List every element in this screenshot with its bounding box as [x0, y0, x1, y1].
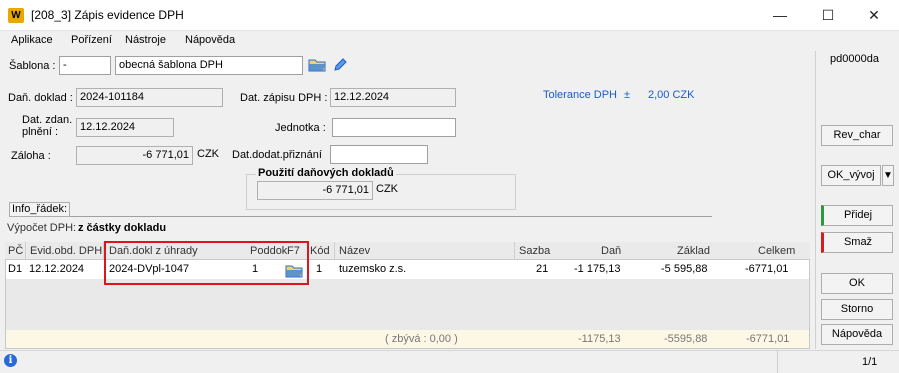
menu-nastroje[interactable]: Nástroje — [125, 34, 166, 46]
col-dan-header[interactable]: Daň — [601, 245, 621, 257]
jednotka-field[interactable] — [332, 118, 456, 137]
pouziti-group-title: Použití daňových dokladů — [256, 167, 396, 179]
tolerance-value: 2,00 CZK — [648, 89, 695, 101]
dat-zapisu-field[interactable]: 12.12.2024 — [330, 88, 456, 107]
summary-zaklad: -5595,88 — [664, 333, 708, 345]
page-indicator: 1/1 — [862, 356, 878, 368]
row-nazev: tuzemsko z.s. — [339, 263, 407, 275]
pridej-button[interactable]: Přidej — [821, 205, 893, 226]
dat-zapisu-label: Dat. zápisu DPH : — [240, 92, 328, 104]
row-dan: -1 175,13 — [574, 263, 621, 275]
menu-porizeni[interactable]: Pořízení — [71, 34, 112, 46]
menu-napoveda[interactable]: Nápověda — [185, 34, 235, 46]
col-separator — [334, 242, 335, 260]
row-kod: 1 — [316, 263, 323, 275]
ok-vyvoj-button[interactable]: OK_vývoj — [821, 165, 881, 186]
row-zaklad: -5 595,88 — [661, 263, 708, 275]
zaloha-currency: CZK — [197, 148, 219, 160]
col-pc-header[interactable]: PČ — [8, 245, 23, 257]
zaloha-label: Záloha : — [11, 150, 51, 162]
sablona-label: Šablona : — [9, 60, 56, 72]
info-radek-button[interactable]: Info_řádek: — [9, 202, 70, 217]
dat-dodat-label: Dat.dodat.přiznání — [232, 149, 322, 161]
ok-vyvoj-dropdown-icon[interactable]: ▼ — [882, 165, 894, 186]
smaz-button[interactable]: Smaž — [821, 232, 893, 253]
ok-button[interactable]: OK — [821, 273, 893, 294]
pouziti-field[interactable]: -6 771,01 — [257, 181, 373, 200]
window-title: [208_3] Zápis evidence DPH — [31, 8, 184, 22]
vypocet-value: z částky dokladu — [78, 222, 167, 234]
edit-pencil-icon[interactable] — [333, 58, 347, 75]
maximize-button[interactable]: ☐ — [805, 0, 851, 31]
dat-zdan-label-line1: Dat. zdan. — [22, 114, 73, 126]
col-separator — [514, 242, 515, 260]
summary-dan: -1175,13 — [578, 333, 621, 345]
open-folder-icon[interactable] — [308, 58, 326, 75]
col-kod-header[interactable]: Kód — [310, 245, 330, 257]
close-button[interactable]: ✕ — [851, 0, 897, 31]
dat-dodat-field[interactable] — [330, 145, 428, 164]
vypocet-label: Výpočet DPH: — [7, 222, 77, 234]
info-icon[interactable]: i — [4, 354, 17, 367]
app-logo-icon: W — [8, 8, 24, 23]
col-evid-header[interactable]: Evid.obd. DPH — [30, 245, 102, 257]
summary-celkem: -6771,01 — [746, 333, 790, 345]
tolerance-sign: ± — [624, 89, 631, 101]
zaloha-field[interactable]: -6 771,01 — [76, 146, 193, 165]
col-separator — [25, 242, 26, 260]
pouziti-currency: CZK — [376, 183, 398, 195]
status-bar — [0, 350, 899, 373]
col-sazba-header[interactable]: Sazba — [519, 245, 550, 257]
tolerance-label: Tolerance DPH — [543, 89, 617, 101]
dat-zdan-field[interactable]: 12.12.2024 — [76, 118, 174, 137]
minimize-button[interactable]: — — [757, 0, 803, 31]
summary-zbyva: ( zbývá : 0,00 ) — [385, 333, 458, 345]
info-divider — [70, 216, 712, 217]
row-celkem: -6771,01 — [745, 263, 789, 275]
storno-button[interactable]: Storno — [821, 299, 893, 320]
rev-char-button[interactable]: Rev_char — [821, 125, 893, 146]
status-separator — [777, 350, 778, 373]
menu-aplikace[interactable]: Aplikace — [11, 34, 53, 46]
row-pc: D1 — [8, 263, 23, 275]
jednotka-label: Jednotka : — [275, 122, 326, 134]
dat-zdan-label-line2: plnění : — [22, 126, 59, 138]
dan-doklad-field[interactable]: 2024-101184 — [76, 88, 223, 107]
highlight-box — [104, 241, 309, 285]
col-celkem-header[interactable]: Celkem — [758, 245, 795, 257]
col-zaklad-header[interactable]: Základ — [677, 245, 710, 257]
napoveda-button[interactable]: Nápověda — [821, 324, 893, 345]
user-code: pd0000da — [830, 53, 879, 65]
row-sazba: 21 — [536, 263, 549, 275]
sablona-code-field[interactable]: - — [59, 56, 111, 75]
col-nazev-header[interactable]: Název — [339, 245, 370, 257]
sablona-name-field[interactable]: obecná šablona DPH — [115, 56, 303, 75]
dan-doklad-label: Daň. doklad : — [8, 92, 73, 104]
row-evid: 12.12.2024 — [29, 263, 85, 275]
